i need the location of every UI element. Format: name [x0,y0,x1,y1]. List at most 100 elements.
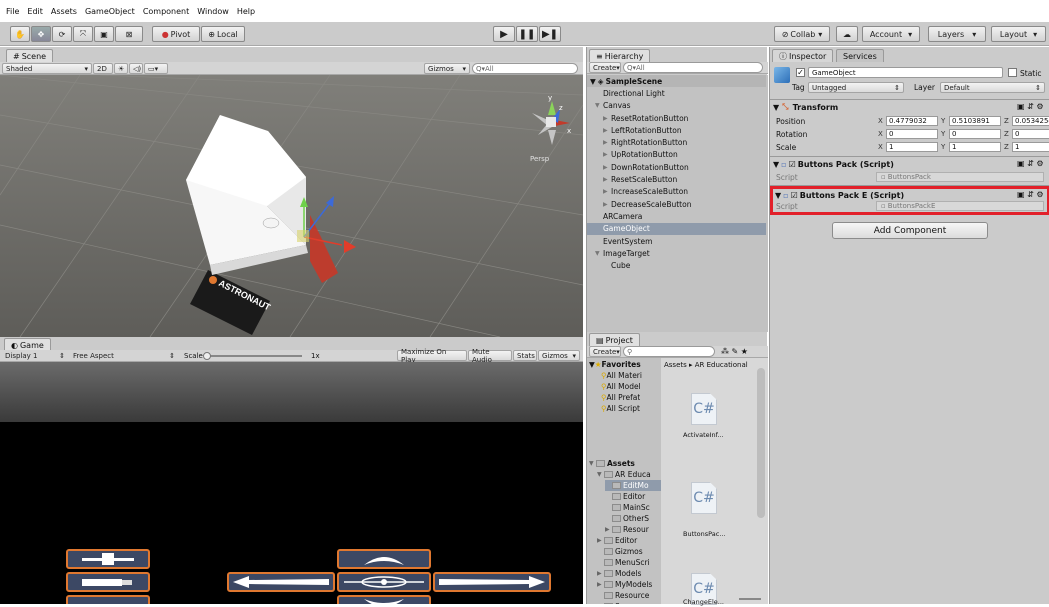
scale-z-field[interactable]: 1 [1012,142,1049,152]
reset-scale-button[interactable] [66,572,150,592]
expand-arrow-icon[interactable]: ▼ [595,250,603,257]
down-rotation-button[interactable] [337,595,431,604]
hierarchy-row[interactable]: EventSystem [587,235,766,247]
project-folder-row[interactable]: EditMo [605,480,661,491]
tab-services[interactable]: Services [836,49,884,62]
rotation-z-field[interactable]: 0 [1012,129,1049,139]
project-scrollbar[interactable] [757,368,765,518]
project-folder-row[interactable]: ▶ Resour [605,524,661,535]
hierarchy-row[interactable]: ▶ ResetRotationButton [587,112,766,124]
lighting-toggle[interactable]: ☀ [114,63,128,74]
enabled-checkbox[interactable]: ☑ [791,191,798,200]
expand-arrow-icon[interactable]: ▶ [605,526,612,533]
scale-tool-button[interactable]: ⤧ [73,26,93,42]
shading-mode-dropdown[interactable]: Shaded ▾ [2,63,92,74]
menu-component[interactable]: Component [143,7,189,16]
account-dropdown[interactable]: Account ▾ [862,26,920,42]
expand-arrow-icon[interactable]: ▼ [597,471,604,478]
tab-hierarchy[interactable]: ≡ Hierarchy [589,49,651,62]
hierarchy-row[interactable]: ▶ ResetScaleButton [587,173,766,185]
project-folder-row[interactable]: Resource [597,590,661,601]
script-field[interactable]: ▫ ButtonsPack [876,172,1044,182]
buttons-pack-header[interactable]: ▼ ▫ ☑ Buttons Pack (Script) [770,158,1049,170]
filter-icons[interactable]: ⁂ ✎ ★ [721,347,748,356]
project-folder-row[interactable]: ▶ Models [597,568,661,579]
step-button[interactable]: ▶❚ [539,26,561,42]
rect-tool-button[interactable]: ▣ [94,26,114,42]
hierarchy-create-button[interactable]: Create ▾ [589,62,621,73]
rotation-y-field[interactable]: 0 [949,129,1001,139]
tab-inspector[interactable]: ⓘ Inspector [772,49,834,62]
project-folder-row[interactable]: Gizmos [597,546,661,557]
position-x-field[interactable]: 0.4779032 [886,116,938,126]
scale-y-field[interactable]: 1 [949,142,1001,152]
hierarchy-row[interactable]: ▶ IncreaseScaleButton [587,186,766,198]
pause-button[interactable]: ❚❚ [516,26,538,42]
game-viewport[interactable] [0,362,583,604]
gizmos-dropdown[interactable]: Gizmos ▾ [424,63,470,74]
cloud-button[interactable]: ☁ [836,26,858,42]
hierarchy-row[interactable]: Cube [587,260,766,272]
hierarchy-row[interactable]: ▼ ImageTarget [587,247,766,259]
2d-toggle[interactable]: 2D [93,63,113,74]
favorite-item[interactable]: ⚲ All Script [601,403,640,414]
project-folder-row[interactable]: ▶ MyModels [597,579,661,590]
hierarchy-search-input[interactable]: Q▾All [623,62,763,73]
rotation-x-field[interactable]: 0 [886,129,938,139]
audio-toggle[interactable]: ◁) [129,63,143,74]
buttons-pack-e-header[interactable]: ▼ ▫ ☑ Buttons Pack E (Script) [773,189,1047,201]
hand-tool-button[interactable]: ✋ [10,26,30,42]
tag-dropdown[interactable]: Untagged ⇕ [808,82,904,93]
hierarchy-row[interactable]: ▼ Canvas [587,100,766,112]
project-folder-row[interactable]: ▶ Editor [597,535,661,546]
scale-x-field[interactable]: 1 [886,142,938,152]
hierarchy-row[interactable]: Directional Light [587,87,766,99]
static-checkbox[interactable] [1008,68,1017,77]
component-menu-icons[interactable]: ▣ ⇵ ⚙ [1017,190,1044,199]
scene-root-row[interactable]: ▼ ◈ SampleScene [587,75,766,88]
csharp-file-icon[interactable]: C# [691,393,717,425]
scene-search-input[interactable]: Q▾All [472,63,578,74]
decrease-scale-button[interactable] [66,595,150,604]
effects-dropdown[interactable]: ▭▾ [144,63,168,74]
hierarchy-row[interactable]: ▶ DownRotationButton [587,161,766,173]
menu-assets[interactable]: Assets [51,7,77,16]
transform-header[interactable]: ▼ ⤡ Transform [770,101,1049,113]
position-z-field[interactable]: 0.05342543 [1012,116,1049,126]
local-toggle[interactable]: ⊕ Local [201,26,245,42]
expand-arrow-icon[interactable]: ▶ [597,537,604,544]
hierarchy-row[interactable]: ARCamera [587,210,766,222]
up-rotation-button[interactable] [337,549,431,569]
component-menu-icons[interactable]: ▣ ⇵ ⚙ [1017,159,1044,168]
menu-edit[interactable]: Edit [27,7,43,16]
collab-button[interactable]: ⊘ Collab ▾ [774,26,830,42]
project-search-input[interactable]: ⚲ [623,346,715,357]
project-folder-row[interactable]: ▼ Assets [589,458,661,469]
increase-scale-button[interactable] [66,549,150,569]
expand-arrow-icon[interactable]: ▶ [603,139,611,146]
script-field[interactable]: ▫ ButtonsPackE [876,201,1044,211]
hierarchy-row[interactable]: ▶ LeftRotationButton [587,124,766,136]
icon-size-slider[interactable] [739,598,761,600]
stats-toggle[interactable]: Stats [513,350,537,361]
move-tool-button[interactable]: ✥ [31,26,51,42]
reset-rotation-button[interactable] [337,572,431,592]
enabled-checkbox[interactable]: ☑ [789,160,796,169]
expand-arrow-icon[interactable]: ▶ [603,164,611,171]
game-gizmos-dropdown[interactable]: Gizmos ▾ [538,350,580,361]
layer-dropdown[interactable]: Default ⇕ [940,82,1045,93]
expand-arrow-icon[interactable]: ▶ [603,176,611,183]
hierarchy-row[interactable]: ▶ RightRotationButton [587,137,766,149]
play-button[interactable]: ▶ [493,26,515,42]
mute-audio-toggle[interactable]: Mute Audio [468,348,512,364]
menu-window[interactable]: Window [197,7,229,16]
expand-arrow-icon[interactable]: ▶ [597,570,604,577]
position-y-field[interactable]: 0.5103891 [949,116,1001,126]
expand-arrow-icon[interactable]: ▶ [603,127,611,134]
favorites-row[interactable]: ▼ ★ Favorites [589,359,641,370]
tab-scene[interactable]: # Scene [6,49,54,62]
expand-arrow-icon[interactable]: ▼ [589,460,596,467]
pivot-toggle[interactable]: ● Pivot [152,26,200,42]
right-rotation-button[interactable] [433,572,551,592]
scale-slider-track[interactable] [206,355,302,357]
